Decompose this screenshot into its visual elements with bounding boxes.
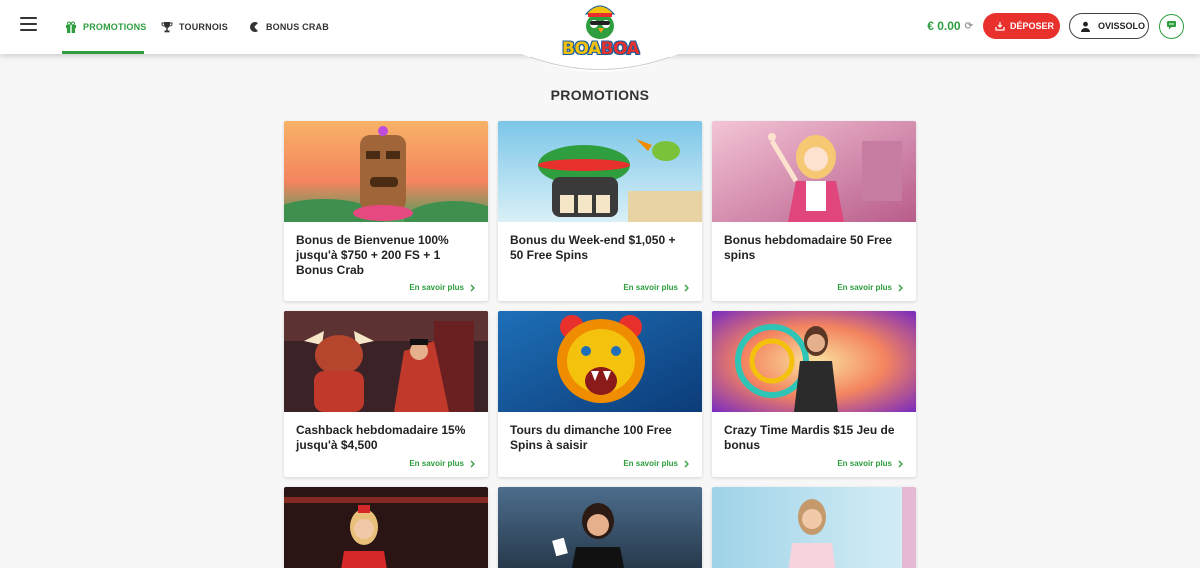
chevron-right-icon <box>684 284 690 292</box>
toucan-mascot-icon <box>584 5 616 39</box>
header-actions: € 0.00 ⟳ DÉPOSER OVISSOLO <box>927 13 1184 39</box>
learn-more-link[interactable]: En savoir plus <box>623 459 690 468</box>
promo-title: Bonus hebdomadaire 50 Free spins <box>724 233 893 262</box>
user-icon <box>1080 21 1091 32</box>
promo-image-blackjack-dealer <box>498 487 702 568</box>
promo-card-8[interactable] <box>498 487 702 568</box>
crab-claw-icon <box>248 21 260 33</box>
hamburger-menu-icon[interactable] <box>20 17 37 31</box>
nav-promotions[interactable]: PROMOTIONS <box>62 0 147 54</box>
promo-title: Crazy Time Mardis $15 Jeu de bonus <box>724 423 895 452</box>
promo-image-sombrero <box>498 121 702 222</box>
user-account-button[interactable]: OVISSOLO <box>1069 13 1149 39</box>
deposit-label: DÉPOSER <box>1010 21 1055 31</box>
chevron-right-icon <box>684 460 690 468</box>
main-nav: PROMOTIONS TOURNOIS BONUS CRAB <box>62 0 346 54</box>
promo-title: Bonus de Bienvenue 100% jusqu'à $750 + 2… <box>296 233 449 277</box>
gift-icon <box>65 21 77 33</box>
download-icon <box>995 21 1005 31</box>
promo-card-cashback[interactable]: Cashback hebdomadaire 15% jusqu'à $4,500… <box>284 311 488 477</box>
chat-icon <box>1166 17 1177 35</box>
username-label: OVISSOLO <box>1098 21 1146 31</box>
promo-image-host-blonde <box>712 487 916 568</box>
deposit-button[interactable]: DÉPOSER <box>983 13 1060 39</box>
page-title: PROMOTIONS <box>550 87 650 103</box>
promo-title: Cashback hebdomadaire 15% jusqu'à $4,500 <box>296 423 466 452</box>
promo-card-9[interactable] <box>712 487 916 568</box>
promo-card-crazy-time[interactable]: Crazy Time Mardis $15 Jeu de bonus En sa… <box>712 311 916 477</box>
balance-value: € 0.00 <box>927 19 961 33</box>
promo-image-crazy-time-host <box>712 311 916 412</box>
logo-text: BOABOA <box>562 39 640 59</box>
learn-more-link[interactable]: En savoir plus <box>837 283 904 292</box>
promo-image-anime-girl <box>712 121 916 222</box>
promo-title: Tours du dimanche 100 Free Spins à saisi… <box>510 423 672 452</box>
promo-image-tiki <box>284 121 488 222</box>
nav-label: PROMOTIONS <box>83 22 147 32</box>
learn-more-link[interactable]: En savoir plus <box>837 459 904 468</box>
nav-bonus-crab[interactable]: BONUS CRAB <box>245 0 332 54</box>
learn-more-link[interactable]: En savoir plus <box>623 283 690 292</box>
site-logo[interactable]: BOABOA <box>522 0 678 74</box>
promo-image-dealer-red <box>284 487 488 568</box>
promo-card-weekend[interactable]: Bonus du Week-end $1,050 + 50 Free Spins… <box>498 121 702 301</box>
learn-more-link[interactable]: En savoir plus <box>409 459 476 468</box>
promo-card-7[interactable] <box>284 487 488 568</box>
nav-label: TOURNOIS <box>179 22 228 32</box>
nav-label: BONUS CRAB <box>265 22 329 32</box>
chat-button[interactable] <box>1159 13 1184 39</box>
refresh-icon[interactable]: ⟳ <box>965 21 973 32</box>
chevron-right-icon <box>898 460 904 468</box>
promo-card-sunday[interactable]: Tours du dimanche 100 Free Spins à saisi… <box>498 311 702 477</box>
promo-image-bear <box>498 311 702 412</box>
learn-more-link[interactable]: En savoir plus <box>409 283 476 292</box>
balance-display: € 0.00 ⟳ <box>927 19 973 33</box>
chevron-right-icon <box>898 284 904 292</box>
nav-tournois[interactable]: TOURNOIS <box>158 0 231 54</box>
promo-card-welcome[interactable]: Bonus de Bienvenue 100% jusqu'à $750 + 2… <box>284 121 488 301</box>
promo-title: Bonus du Week-end $1,050 + 50 Free Spins <box>510 233 676 262</box>
promo-image-bull <box>284 311 488 412</box>
chevron-right-icon <box>470 460 476 468</box>
chevron-right-icon <box>470 284 476 292</box>
promo-card-weekly[interactable]: Bonus hebdomadaire 50 Free spins En savo… <box>712 121 916 301</box>
trophy-icon <box>161 21 173 33</box>
